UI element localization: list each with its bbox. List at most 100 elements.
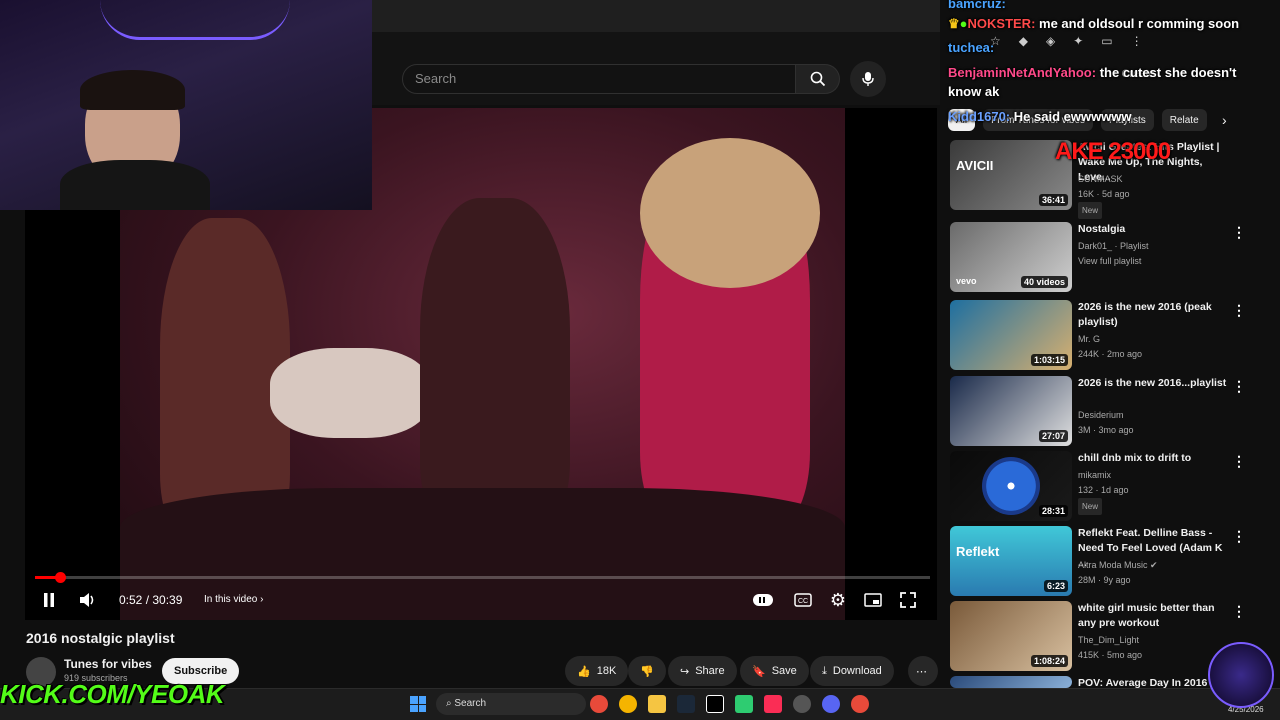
taskbar-search[interactable]: ⌕ Search [436, 693, 586, 715]
miniplayer-button[interactable] [862, 589, 884, 611]
progress-bar[interactable] [35, 576, 930, 579]
new-badge: New [1078, 202, 1103, 219]
more-options-icon[interactable]: ⋮ [1232, 528, 1246, 545]
chrome-icon[interactable] [590, 695, 608, 713]
recommendation-meta: 16K · 5d ago [1078, 189, 1130, 199]
discord-icon[interactable] [822, 695, 840, 713]
channel-logo [1208, 642, 1274, 708]
chat-line-6: Kidd1670: He said ewwwwww [948, 109, 1132, 124]
app-icon[interactable] [735, 695, 753, 713]
recommendation-channel[interactable]: Desiderium [1078, 408, 1124, 423]
menu-icon[interactable]: ⋮ [1131, 34, 1143, 52]
share-icon: ↪ [680, 665, 690, 678]
recommendation-title[interactable]: Nostalgia [1078, 222, 1228, 237]
recommendation-channel[interactable]: mikamix [1078, 468, 1111, 483]
duration-badge: 1:08:24 [1030, 655, 1068, 667]
search-input[interactable]: Search [402, 64, 796, 94]
sidebar-icon[interactable]: ▭ [1101, 34, 1112, 52]
recommendation-channel[interactable]: Dark01_ · Playlist [1078, 239, 1149, 254]
puzzle-icon[interactable]: ✦ [1073, 34, 1083, 52]
search-button[interactable] [796, 64, 840, 94]
recommendation-title[interactable]: chill dnb mix to drift to [1078, 451, 1228, 466]
more-options-icon[interactable]: ⋮ [1232, 378, 1246, 395]
pause-icon [44, 593, 54, 607]
steam-icon[interactable] [677, 695, 695, 713]
taskbar-apps [590, 695, 869, 713]
autoplay-toggle[interactable] [752, 589, 774, 611]
recommendation-meta: 3M · 3mo ago [1078, 425, 1134, 435]
recommendation-thumbnail[interactable]: 1:03:15 [950, 300, 1072, 370]
video-title: 2016 nostalgic playlist [26, 630, 175, 646]
recommendation-thumbnail[interactable]: 1:08:24 [950, 601, 1072, 671]
recommendation-channel[interactable]: The_Dim_Light [1078, 633, 1139, 648]
figure-lying [270, 348, 430, 438]
like-button[interactable]: 👍 18K [565, 656, 629, 686]
music-icon[interactable] [764, 695, 782, 713]
new-badge-label: New [1078, 498, 1103, 515]
pause-button[interactable] [38, 589, 60, 611]
progress-scrubber[interactable] [55, 572, 66, 583]
more-options-icon[interactable]: ⋮ [1232, 603, 1246, 620]
captions-button[interactable]: CC [792, 589, 814, 611]
settings-app-icon[interactable] [793, 695, 811, 713]
recommendation-thumbnail[interactable]: Reflekt 6:23 [950, 526, 1072, 596]
miniplayer-icon [864, 593, 882, 607]
extension-icon[interactable]: ◆ [1019, 34, 1028, 52]
windows-start-button[interactable] [410, 696, 426, 712]
more-actions-button[interactable]: ⋯ [908, 656, 938, 686]
time-display: 0:52 / 30:39 [119, 593, 183, 607]
channel-name[interactable]: Tunes for vibes [64, 657, 152, 671]
new-badge: New [1078, 498, 1103, 515]
shield-icon[interactable]: ◈ [1046, 34, 1055, 52]
download-icon: ⤓ [822, 664, 827, 677]
recommendation-meta[interactable]: View full playlist [1078, 254, 1141, 269]
mic-button[interactable] [850, 61, 886, 97]
chip-related[interactable]: Relate [1161, 109, 1207, 131]
chevron-right-icon[interactable]: › [1222, 112, 1227, 128]
dislike-button[interactable]: 👎 [628, 656, 666, 686]
recommendation-channel[interactable]: SUNMASK [1078, 172, 1123, 187]
recommendation-meta: 244K · 2mo ago [1078, 349, 1143, 359]
folder-icon[interactable] [648, 695, 666, 713]
capcut-icon[interactable] [706, 695, 724, 713]
search-icon [810, 71, 825, 87]
in-this-video-button[interactable]: In this video › [204, 594, 263, 605]
duration-badge: 27:07 [1038, 430, 1068, 442]
led-strip [100, 0, 290, 40]
figure-center [420, 198, 570, 528]
recommendation-thumbnail[interactable] [950, 676, 1072, 688]
recommendation-thumbnail[interactable]: AVICII 36:41 [950, 140, 1072, 210]
recommendation-title[interactable]: white girl music better than any pre wor… [1078, 601, 1228, 631]
chat-line-1: bamcruz: [948, 0, 1006, 11]
streamer-shirt [60, 160, 210, 210]
duration-badge: 36:41 [1038, 194, 1068, 206]
settings-button[interactable]: ⚙ [827, 589, 849, 611]
recommendation-thumbnail[interactable]: 28:31 [950, 451, 1072, 521]
recommendation-meta: 132 · 1d ago [1078, 485, 1129, 495]
chat-line-2: ♛●NOKSTER: me and oldsoul r comming soon [948, 16, 1240, 31]
chat-line-5: know ak [948, 84, 1000, 99]
recommendation-title[interactable]: 2026 is the new 2016 (peak playlist) [1078, 300, 1228, 330]
download-button[interactable]: ⤓ Download [810, 656, 894, 686]
fullscreen-button[interactable] [897, 589, 919, 611]
recommendation-thumbnail[interactable]: 27:07 [950, 376, 1072, 446]
recommendation-channel[interactable]: Mr. G [1078, 332, 1100, 347]
volume-button[interactable] [77, 589, 99, 611]
save-button[interactable]: 🔖 Save [740, 656, 809, 686]
recommendation-channel[interactable]: Altra Moda Music ✔ [1078, 558, 1158, 573]
chrome-icon-3[interactable] [851, 695, 869, 713]
more-options-icon[interactable]: ⋮ [1232, 302, 1246, 319]
duration-badge: 40 videos [1020, 276, 1068, 288]
share-button[interactable]: ↪ Share [668, 656, 737, 686]
browser-toolbar-icons: ☆ ◆ ◈ ✦ ▭ ⋮ [990, 34, 1280, 52]
fullscreen-icon [900, 592, 916, 608]
new-badge-label: New [1078, 202, 1103, 219]
more-options-icon[interactable]: ⋮ [1232, 224, 1246, 241]
streamer-hair [80, 70, 185, 110]
recommendation-title[interactable]: 2026 is the new 2016...playlist [1078, 376, 1228, 391]
more-options-icon[interactable]: ⋮ [1232, 453, 1246, 470]
recommendation-thumbnail[interactable]: vevo 40 videos [950, 222, 1072, 292]
chrome-icon-2[interactable] [619, 695, 637, 713]
mic-icon [862, 72, 874, 86]
crown-badge-icon: ♛ [948, 16, 960, 31]
